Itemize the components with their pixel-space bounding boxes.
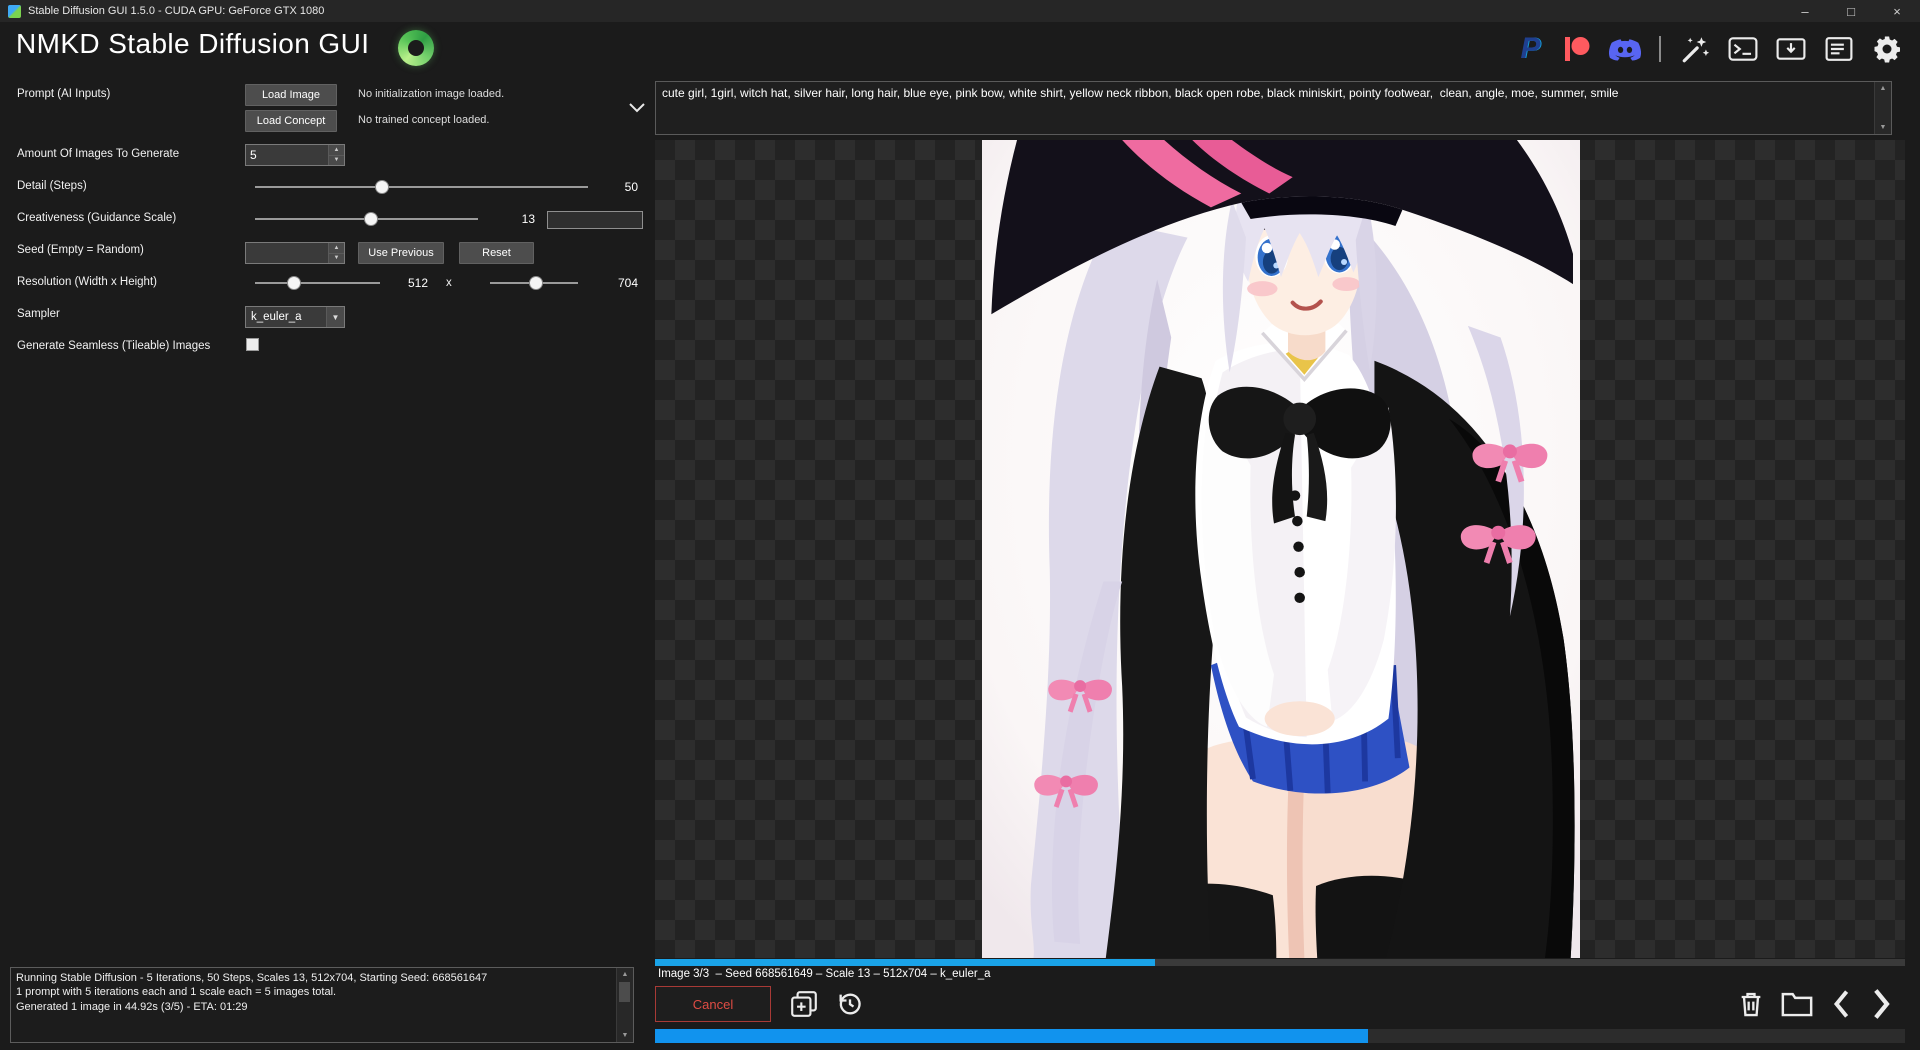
maximize-button[interactable]: □ [1828, 0, 1874, 22]
prompt-box: cute girl, 1girl, witch hat, silver hair… [655, 81, 1892, 135]
image-progress-fill [655, 959, 1155, 966]
expand-prompt-button[interactable] [625, 81, 649, 135]
amount-stepper[interactable]: ▲▼ [245, 144, 345, 166]
paypal-icon[interactable]: PP [1510, 30, 1548, 68]
seed-spinner[interactable]: ▲ ▼ [328, 243, 344, 263]
steps-slider[interactable] [255, 178, 588, 196]
queue-list-icon[interactable] [1820, 30, 1858, 68]
history-icon [839, 993, 861, 1015]
steps-value: 50 [624, 180, 638, 194]
chevron-down-icon [629, 103, 645, 113]
amount-label: Amount Of Images To Generate [17, 148, 180, 160]
use-previous-button[interactable]: Use Previous [358, 242, 444, 264]
seed-stepper[interactable]: ▲ ▼ [245, 242, 345, 264]
spin-up-icon[interactable]: ▲ [329, 145, 344, 155]
prompt-scrollbar[interactable]: ▲ ▼ [1874, 82, 1891, 134]
reset-button[interactable]: Reset [459, 242, 534, 264]
titlebar: Stable Diffusion GUI 1.5.0 - CUDA GPU: G… [0, 0, 1920, 22]
overall-progressbar [655, 1029, 1905, 1043]
previous-image-button[interactable] [1824, 984, 1858, 1024]
scroll-down-icon[interactable]: ▼ [1880, 121, 1887, 134]
width-value: 512 [407, 276, 428, 290]
load-image-button[interactable]: Load Image [245, 84, 337, 106]
width-slider-track [255, 282, 380, 284]
open-output-folder-button[interactable] [1776, 984, 1818, 1024]
import-image-icon[interactable] [1772, 30, 1810, 68]
copy-plus-icon [791, 991, 817, 1017]
history-button[interactable] [830, 986, 870, 1022]
toolbar-divider [1659, 36, 1661, 62]
prompt-input[interactable]: cute girl, 1girl, witch hat, silver hair… [656, 82, 1874, 134]
log-line: 1 prompt with 5 iterations each and 1 sc… [16, 986, 337, 999]
nmkd-logo-icon [398, 30, 434, 66]
spin-down-icon[interactable]: ▼ [329, 252, 344, 263]
init-image-status: No initialization image loaded. [358, 88, 505, 100]
scroll-down-icon[interactable]: ▼ [622, 1029, 629, 1042]
width-slider-thumb[interactable] [286, 276, 301, 290]
log-line: Generated 1 image in 44.92s (3/5) - ETA:… [16, 1000, 248, 1013]
resolution-separator: x [446, 277, 452, 289]
delete-image-button[interactable] [1732, 984, 1770, 1024]
window-title: Stable Diffusion GUI 1.5.0 - CUDA GPU: G… [28, 5, 325, 17]
trash-icon [1741, 992, 1761, 1017]
steps-slider-thumb[interactable] [374, 180, 389, 194]
scrollbar-thumb[interactable] [619, 982, 630, 1002]
load-concept-button[interactable]: Load Concept [245, 110, 337, 132]
image-progressbar [655, 959, 1905, 966]
seamless-label: Generate Seamless (Tileable) Images [17, 340, 211, 352]
scroll-up-icon[interactable]: ▲ [622, 968, 629, 981]
cancel-button[interactable]: Cancel [655, 986, 771, 1022]
sampler-value: k_euler_a [251, 311, 302, 323]
guidance-label: Creativeness (Guidance Scale) [17, 212, 177, 224]
height-value: 704 [617, 276, 638, 290]
post-processing-wand-icon[interactable] [1676, 30, 1714, 68]
width-slider[interactable] [255, 274, 380, 292]
seed-label: Seed (Empty = Random) [17, 244, 144, 256]
sampler-select[interactable]: k_euler_a ▼ [245, 306, 345, 328]
guidance-slider[interactable] [255, 210, 478, 228]
folder-icon [1781, 992, 1813, 1017]
app-window: Stable Diffusion GUI 1.5.0 - CUDA GPU: G… [0, 0, 1920, 1050]
overall-progress-fill [655, 1029, 1368, 1043]
anime-illustration [982, 140, 1580, 958]
amount-input[interactable] [246, 145, 328, 165]
guidance-progressbar [547, 211, 643, 229]
chevron-down-icon[interactable]: ▼ [326, 307, 344, 327]
settings-gear-icon[interactable] [1868, 30, 1906, 68]
next-image-button[interactable] [1860, 984, 1904, 1024]
chevron-left-icon [1833, 990, 1849, 1018]
log-line: Running Stable Diffusion - 5 Iterations,… [16, 972, 488, 984]
seed-input[interactable] [246, 243, 328, 263]
generated-image [982, 140, 1580, 958]
spin-down-icon[interactable]: ▼ [329, 154, 344, 165]
header-toolbar: PP [1510, 30, 1906, 68]
prompt-label: Prompt (AI Inputs) [17, 88, 111, 100]
resolution-label: Resolution (Width x Height) [17, 276, 157, 288]
chevron-right-icon [1874, 989, 1890, 1019]
guidance-value: 13 [521, 212, 535, 226]
guidance-slider-thumb[interactable] [363, 212, 378, 226]
steps-slider-track [255, 186, 588, 188]
concept-status: No trained concept loaded. [358, 114, 490, 126]
height-slider[interactable] [490, 274, 578, 292]
amount-spinner[interactable]: ▲ ▼ [328, 145, 344, 165]
log-scrollbar[interactable]: ▲ ▼ [616, 968, 633, 1042]
add-to-collection-button[interactable] [784, 986, 824, 1022]
sampler-label: Sampler [17, 308, 60, 320]
spin-up-icon[interactable]: ▲ [329, 243, 344, 253]
page-title: NMKD Stable Diffusion GUI [16, 28, 370, 59]
log-box: Running Stable Diffusion - 5 Iterations,… [10, 967, 634, 1043]
minimize-button[interactable]: – [1782, 0, 1828, 22]
discord-icon[interactable] [1606, 30, 1644, 68]
scroll-up-icon[interactable]: ▲ [1880, 82, 1887, 95]
image-canvas [655, 140, 1905, 958]
patreon-icon[interactable] [1558, 30, 1596, 68]
close-button[interactable]: × [1874, 0, 1920, 22]
seamless-checkbox[interactable] [246, 338, 259, 351]
image-caption: Image 3/3 – Seed 668561649 – Scale 13 – … [658, 968, 991, 980]
height-slider-thumb[interactable] [528, 276, 543, 290]
console-icon[interactable] [1724, 30, 1762, 68]
app-icon [8, 4, 21, 18]
steps-label: Detail (Steps) [17, 180, 87, 192]
